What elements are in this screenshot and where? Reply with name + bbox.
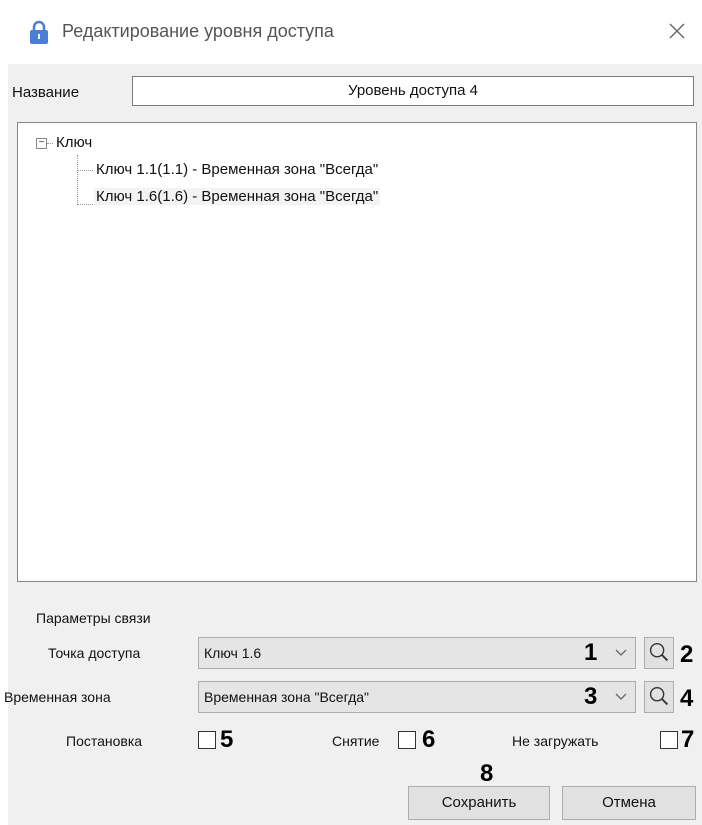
search-icon bbox=[649, 642, 669, 662]
chevron-down-icon bbox=[615, 693, 627, 700]
access-tree[interactable]: − Ключ Ключ 1.1(1.1) - Временная зона "В… bbox=[17, 122, 697, 582]
callout-5: 5 bbox=[220, 726, 234, 753]
time-zone-search-button[interactable] bbox=[644, 681, 674, 713]
window-title: Редактирование уровня доступа bbox=[62, 21, 334, 41]
callout-2: 2 bbox=[680, 641, 694, 668]
time-zone-label: Временная зона bbox=[4, 689, 111, 705]
save-button[interactable]: Сохранить bbox=[408, 786, 550, 820]
tree-root-node[interactable]: Ключ bbox=[56, 134, 92, 151]
callout-7: 7 bbox=[681, 726, 695, 753]
callout-1: 1 bbox=[584, 639, 598, 666]
callout-8: 8 bbox=[480, 760, 494, 787]
title-bar: Редактирование уровня доступа bbox=[0, 0, 702, 64]
connection-params-label: Параметры связи bbox=[36, 610, 151, 626]
tree-item[interactable]: Ключ 1.1(1.1) - Временная зона "Всегда" bbox=[96, 161, 378, 178]
name-label: Название bbox=[12, 84, 80, 101]
tree-item-selected[interactable]: Ключ 1.6(1.6) - Временная зона "Всегда" bbox=[94, 188, 381, 205]
lock-icon bbox=[30, 20, 48, 44]
search-icon bbox=[649, 686, 669, 706]
arm-checkbox[interactable] bbox=[198, 731, 216, 749]
collapse-icon[interactable]: − bbox=[36, 138, 47, 149]
time-zone-dropdown[interactable]: Временная зона "Всегда" bbox=[198, 681, 636, 713]
close-icon[interactable] bbox=[664, 18, 690, 44]
access-point-label: Точка доступа bbox=[48, 645, 141, 661]
access-point-search-button[interactable] bbox=[644, 637, 674, 669]
arm-label: Постановка bbox=[66, 733, 143, 749]
callout-6: 6 bbox=[422, 726, 436, 753]
chevron-down-icon bbox=[615, 649, 627, 656]
no-load-label: Не загружать bbox=[512, 733, 599, 749]
disarm-label: Снятие bbox=[332, 733, 380, 749]
no-load-checkbox[interactable] bbox=[660, 731, 678, 749]
disarm-checkbox[interactable] bbox=[398, 731, 416, 749]
callout-3: 3 bbox=[584, 683, 598, 710]
access-point-dropdown[interactable]: Ключ 1.6 bbox=[198, 637, 636, 669]
callout-4: 4 bbox=[680, 685, 694, 712]
cancel-button[interactable]: Отмена bbox=[562, 786, 696, 820]
name-field[interactable]: Уровень доступа 4 bbox=[132, 76, 694, 106]
